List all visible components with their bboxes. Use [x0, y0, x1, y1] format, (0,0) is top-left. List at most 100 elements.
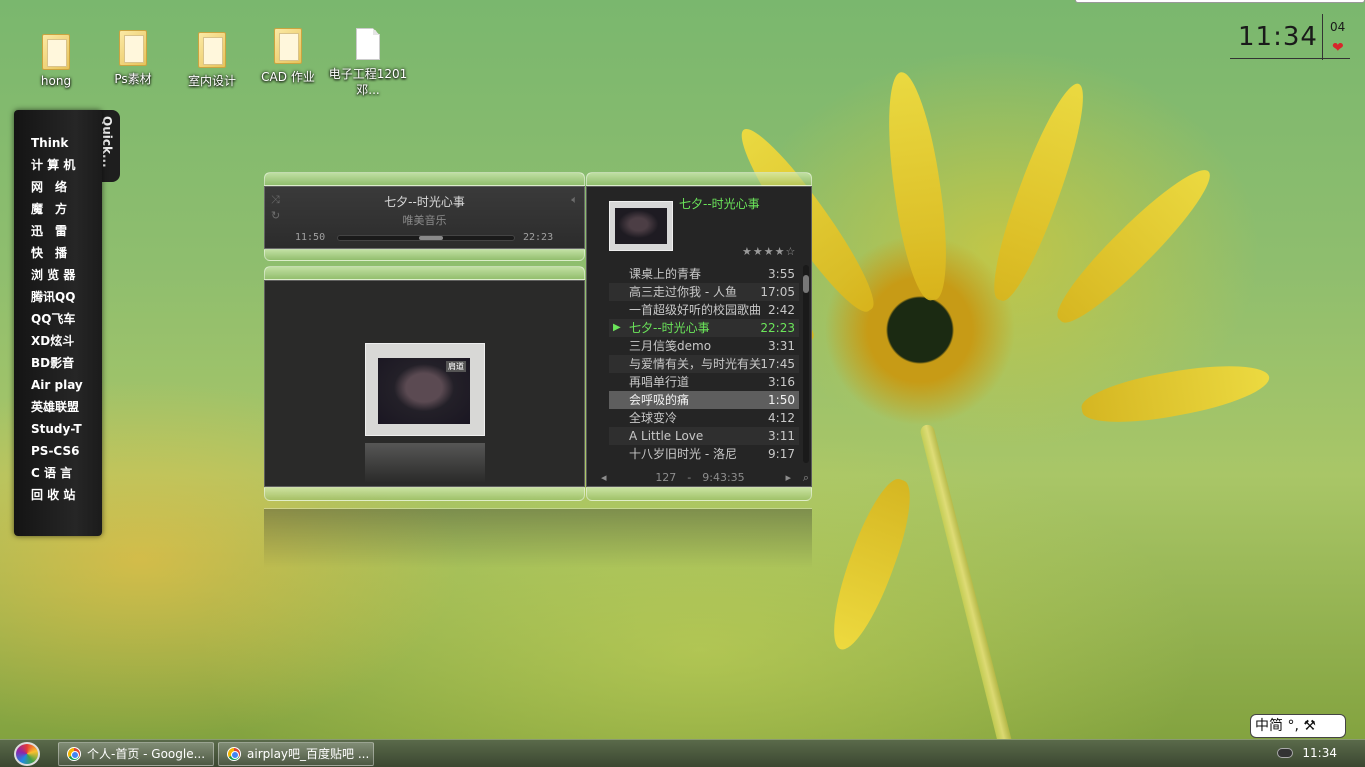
quick-launch-item[interactable]: 迅 雷: [31, 220, 83, 242]
rating-stars[interactable]: ★★★★☆: [742, 245, 796, 258]
track-duration: 3:16: [768, 375, 795, 389]
quick-launch-item[interactable]: 浏 览 器: [31, 264, 83, 286]
track-artist: 唯美音乐: [402, 214, 447, 227]
progress-bar[interactable]: [337, 235, 515, 241]
track-duration: 17:05: [760, 285, 795, 299]
desktop-icon-document[interactable]: 电子工程1201 邓...: [328, 28, 420, 98]
playlist-summary: 127 - 9:43:35: [655, 471, 745, 484]
desktop-icon-label: CAD 作业: [261, 70, 315, 84]
quick-launch-item[interactable]: 计 算 机: [31, 154, 83, 176]
flower-stem: [919, 423, 1015, 757]
quick-launch-item[interactable]: Think: [31, 132, 83, 154]
playlist-top-bar[interactable]: [586, 172, 812, 186]
total-time: 22:23: [523, 232, 554, 243]
desktop-icon-label: 电子工程1201 邓...: [328, 67, 420, 97]
quick-launch-item[interactable]: Air play: [31, 374, 83, 396]
track-duration: 22:23: [760, 321, 795, 335]
taskbar-clock[interactable]: 11:34: [1302, 746, 1337, 760]
track-duration: 9:17: [768, 447, 795, 461]
clock-underline: [1230, 58, 1350, 59]
quick-launch-item[interactable]: 回 收 站: [31, 484, 83, 506]
track-name: 全球变冷: [629, 411, 678, 425]
track-name: 会呼吸的痛: [629, 393, 690, 407]
quick-launch-item[interactable]: QQ飞车: [31, 308, 83, 330]
flower-petal: [1078, 355, 1273, 432]
playlist-row-playing[interactable]: 七夕--时光心事 22:23: [609, 319, 799, 337]
quick-launch-item[interactable]: Study-T: [31, 418, 83, 440]
album-photo: 肩道: [378, 358, 470, 424]
progress-knob[interactable]: [419, 236, 443, 240]
track-duration: 3:55: [768, 267, 795, 281]
album-cover[interactable]: 肩道: [365, 343, 485, 436]
playlist-row[interactable]: 十八岁旧时光 - 洛尼 9:17: [609, 445, 799, 463]
playlist-row[interactable]: 高三走过你我 - 人鱼 17:05: [609, 283, 799, 301]
player-top-bar[interactable]: [264, 172, 585, 186]
desktop-icon-ps[interactable]: Ps素材: [93, 30, 173, 87]
playlist-row[interactable]: 三月信笺demo 3:31: [609, 337, 799, 355]
tray-toggle-icon[interactable]: [1277, 748, 1293, 758]
clock-widget: 11:34 04 ❤: [1230, 14, 1350, 60]
player-art-bottom-bar: [264, 487, 585, 501]
document-icon: [356, 28, 380, 60]
now-playing-panel: ⤨ ↻ 🔈︎ 七夕--时光心事 唯美音乐 11:50 22:23: [264, 186, 585, 249]
clock-divider: [1322, 14, 1323, 60]
quick-launch-item[interactable]: 快 播: [31, 242, 83, 264]
playlist-footer: ◂ 127 - 9:43:35 ▸ ⌕: [587, 468, 813, 488]
quick-launch-item[interactable]: 网 络: [31, 176, 83, 198]
elapsed-time: 11:50: [295, 232, 326, 243]
playlist: 课桌上的青春 3:55 高三走过你我 - 人鱼 17:05 一首超级好听的校园歌曲 2…: [609, 265, 799, 463]
next-page-icon[interactable]: ▸: [785, 468, 791, 488]
quick-launch-item[interactable]: XD炫斗: [31, 330, 83, 352]
scrollbar-thumb[interactable]: [803, 275, 809, 293]
quick-launch-item[interactable]: BD影音: [31, 352, 83, 374]
playlist-row-selected[interactable]: 会呼吸的痛 1:50: [609, 391, 799, 409]
taskbar: 个人-首页 - Google... airplay吧_百度贴吧 ... 11:3…: [0, 739, 1365, 767]
start-button[interactable]: [14, 742, 40, 766]
playlist-scrollbar[interactable]: [803, 265, 809, 463]
playlist-row[interactable]: 再唱单行道 3:16: [609, 373, 799, 391]
quick-launch-item[interactable]: PS-CS6: [31, 440, 83, 462]
clock-time: 11:34: [1238, 22, 1318, 52]
ime-toolbar[interactable]: 中简 °, ⚒: [1250, 714, 1346, 738]
track-duration: 3:31: [768, 339, 795, 353]
playlist-row[interactable]: 课桌上的青春 3:55: [609, 265, 799, 283]
track-name: 一首超级好听的校园歌曲: [629, 303, 762, 317]
playlist-panel: 七夕--时光心事 ★★★★☆ 课桌上的青春 3:55 高三走过你我 - 人鱼 17:…: [586, 186, 812, 487]
taskbar-item-label: airplay吧_百度贴吧 ...: [247, 747, 370, 761]
taskbar-item[interactable]: 个人-首页 - Google...: [58, 742, 214, 766]
desktop-icon-label: Ps素材: [114, 72, 152, 86]
folder-icon: [119, 30, 147, 66]
track-name: A Little Love: [629, 429, 704, 443]
quick-launch-tab-label: Quick...: [100, 116, 114, 168]
desktop-icon-cad[interactable]: CAD 作业: [248, 28, 328, 85]
search-icon[interactable]: ⌕: [803, 468, 809, 488]
quick-launch-item[interactable]: C 语 言: [31, 462, 83, 484]
quick-launch-item[interactable]: 魔 方: [31, 198, 83, 220]
playlist-row[interactable]: 一首超级好听的校园歌曲 2:42: [609, 301, 799, 319]
quick-launch-item[interactable]: 英雄联盟: [31, 396, 83, 418]
flower-petal: [1045, 157, 1223, 335]
flower-petal: [878, 69, 956, 304]
track-duration: 4:12: [768, 411, 795, 425]
album-art-panel: 肩道: [264, 280, 585, 487]
playlist-row[interactable]: A Little Love 3:11: [609, 427, 799, 445]
prev-page-icon[interactable]: ◂: [601, 468, 607, 488]
window-edge: [1075, 0, 1365, 3]
taskbar-item-label: 个人-首页 - Google...: [87, 747, 206, 761]
playlist-row[interactable]: 全球变冷 4:12: [609, 409, 799, 427]
quick-launch-item[interactable]: 腾讯QQ: [31, 286, 83, 308]
flower-petal: [819, 472, 923, 657]
album-photo-label: 肩道: [446, 361, 466, 372]
player-reflection: [264, 508, 812, 568]
desktop-icon-interior[interactable]: 室内设计: [172, 32, 252, 89]
track-duration: 2:42: [768, 303, 795, 317]
track-name: 七夕--时光心事: [629, 321, 710, 335]
folder-icon: [42, 34, 70, 70]
track-title: 七夕--时光心事: [384, 195, 465, 209]
player-art-top-bar: [264, 266, 585, 280]
desktop-icon-hong[interactable]: hong: [16, 34, 96, 88]
cover-photo: [615, 208, 667, 244]
playlist-row[interactable]: 与爱情有关，与时光有关 17:45: [609, 355, 799, 373]
taskbar-item[interactable]: airplay吧_百度贴吧 ...: [218, 742, 374, 766]
playlist-current-title: 七夕--时光心事: [679, 197, 760, 211]
